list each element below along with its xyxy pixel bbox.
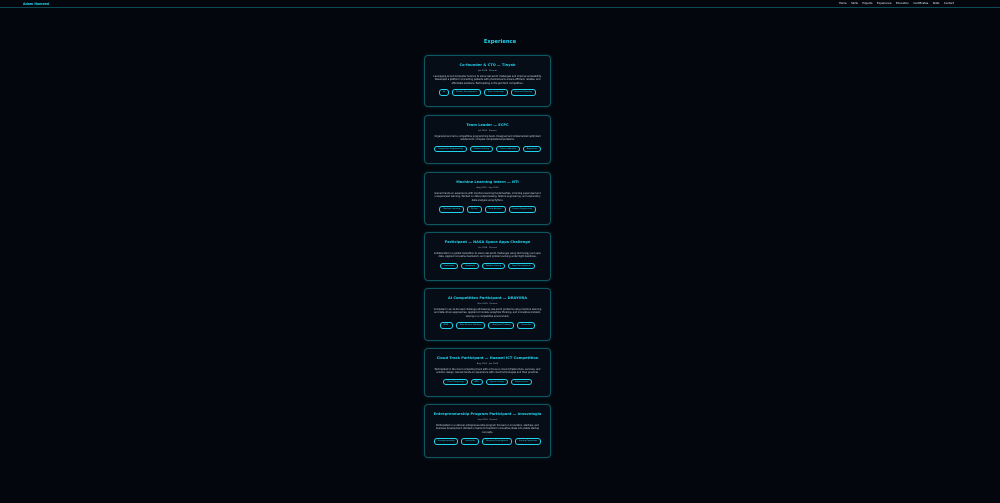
card-description: Leveraging AI and Computer Science to so… <box>433 74 542 85</box>
tag: System Design <box>485 378 508 386</box>
tag: Team Leadership <box>483 89 508 96</box>
card-type: Present <box>489 69 497 72</box>
tag: Innovation <box>517 322 536 329</box>
card-type: Present <box>488 129 497 132</box>
tag: Competitive Programming <box>433 145 467 153</box>
brand-logo[interactable]: Adam Hameed <box>23 2 49 6</box>
tag-list: AI/ML Data Science Solutions Analytical … <box>439 322 536 329</box>
card-meta: Jul 2024 Present <box>478 130 496 132</box>
tag: Innovation <box>440 262 459 270</box>
card-type: Jan 2024 <box>488 362 499 365</box>
tag: Analytical Thinking <box>488 322 515 329</box>
tag: Feature Engineering <box>508 206 536 213</box>
card-description: Participated in a national entrepreneurs… <box>435 423 540 434</box>
tag: Problem Solving <box>469 145 493 153</box>
tag: Teamwork <box>461 262 479 270</box>
card-date: Aug 2024 <box>476 186 487 189</box>
tag: Data Science Solutions <box>455 322 486 329</box>
card-description: Competed in an AI-focused challenge addr… <box>433 307 542 318</box>
tag: Product Development <box>452 89 481 96</box>
tag: Problem Solving <box>481 262 506 270</box>
tag: Data Analysis <box>484 206 506 213</box>
nav-item-home[interactable]: Home <box>839 2 847 5</box>
card-meta: Aug 2024 Sep 2024 <box>477 187 499 189</box>
tag-list: Innovation Teamwork Problem Solving Rapi… <box>440 262 535 270</box>
tag: AI <box>439 89 450 96</box>
tag: Algorithms <box>522 145 542 153</box>
tag-list: Competitive Programming Problem Solving … <box>433 145 542 153</box>
card-type: Present <box>489 302 498 305</box>
experience-card: Entrepreneurship Program Participant — I… <box>424 404 551 458</box>
card-meta: Jan 2024 Present <box>478 70 497 72</box>
card-meta: Nov 2024 Present <box>478 303 498 305</box>
card-type: Present <box>489 418 498 421</box>
card-date: Sep 2024 <box>477 418 488 421</box>
card-description: Organized and led a competitive programm… <box>434 134 541 142</box>
nav-item-experience[interactable]: Experience <box>877 2 891 5</box>
tag: Rapid Development <box>508 262 535 270</box>
experience-card: Participant — NASA Space Apps Challenge … <box>424 232 551 281</box>
card-date: Jul 2024 <box>478 129 487 132</box>
tag: Business Development <box>482 438 513 445</box>
card-type: Sep 2024 <box>488 186 499 189</box>
tag: Infrastructure <box>510 378 532 386</box>
main-nav: Home Skills Projects Experience Educatio… <box>839 2 954 5</box>
nav-item-certificates[interactable]: Certificates <box>913 2 928 5</box>
nav-item-about[interactable]: Skills <box>851 2 858 5</box>
section-title: Experience <box>483 39 517 45</box>
tag: Machine Learning <box>439 206 465 213</box>
experience-card: Team Leader — ECPC Jul 2024 Present Orga… <box>424 115 551 164</box>
card-title: Participant — NASA Space Apps Challenge <box>444 240 531 244</box>
experience-card: Cloud Track Participant — Huawei ICT Com… <box>424 348 551 397</box>
tag: Entrepreneurship <box>433 438 459 445</box>
tag-list: Machine Learning Python Data Analysis Fe… <box>439 206 536 213</box>
card-date: Nov 2024 <box>477 302 488 305</box>
tag-list: Entrepreneurship Innovation Business Dev… <box>433 438 542 445</box>
card-title: AI Competition Participant — DRAYORA <box>447 296 528 300</box>
nav-item-skills[interactable]: Skills <box>933 2 940 5</box>
card-title: Entrepreneurship Program Participant — I… <box>433 412 542 416</box>
card-meta: Oct 2024 Present <box>478 247 497 249</box>
card-title: Machine Learning Intern — NTI <box>456 180 519 184</box>
tag-list: AI Product Development Team Leadership B… <box>439 89 536 96</box>
card-meta: Aug 2024 Jan 2024 <box>477 363 498 365</box>
card-date: Jan 2024 <box>478 69 488 72</box>
tag: Startup Operations <box>515 438 542 445</box>
card-title: Cloud Track Participant — Huawei ICT Com… <box>436 356 539 360</box>
tag: Business Planning <box>510 89 536 96</box>
card-title: Team Leader — ECPC <box>466 123 509 127</box>
card-description: Participated in the cloud computing trac… <box>434 367 541 375</box>
top-navbar: Adam Hameed Home Skills Projects Experie… <box>0 0 1000 8</box>
card-description: Collaborated in a global hackathon to so… <box>433 251 542 259</box>
experience-card: Co-founder & CTO — Tinyah Jan 2024 Prese… <box>424 55 551 107</box>
card-date: Oct 2024 <box>477 246 488 249</box>
tag: AI/ML <box>439 322 453 329</box>
tag: Innovation <box>461 438 480 445</box>
tag-list: Cloud Computing AWS System Design Infras… <box>443 378 532 386</box>
card-title: Co-founder & CTO — Tinyah <box>459 63 516 67</box>
card-description: Gained hands-on experience with machine … <box>434 191 541 202</box>
tag: Team Leadership <box>495 145 520 153</box>
card-date: Aug 2024 <box>476 362 487 365</box>
nav-item-education[interactable]: Education <box>896 2 909 5</box>
card-meta: Sep 2024 Present <box>478 419 498 421</box>
tag: Cloud Computing <box>443 378 468 386</box>
tag: Python <box>467 206 482 213</box>
nav-item-projects[interactable]: Projects <box>862 2 872 5</box>
experience-card: AI Competition Participant — DRAYORA Nov… <box>424 288 551 341</box>
experience-card: Machine Learning Intern — NTI Aug 2024 S… <box>424 172 551 225</box>
nav-item-contact[interactable]: Contact <box>944 2 954 5</box>
card-type: Present <box>489 246 498 249</box>
tag: AWS <box>470 378 483 386</box>
